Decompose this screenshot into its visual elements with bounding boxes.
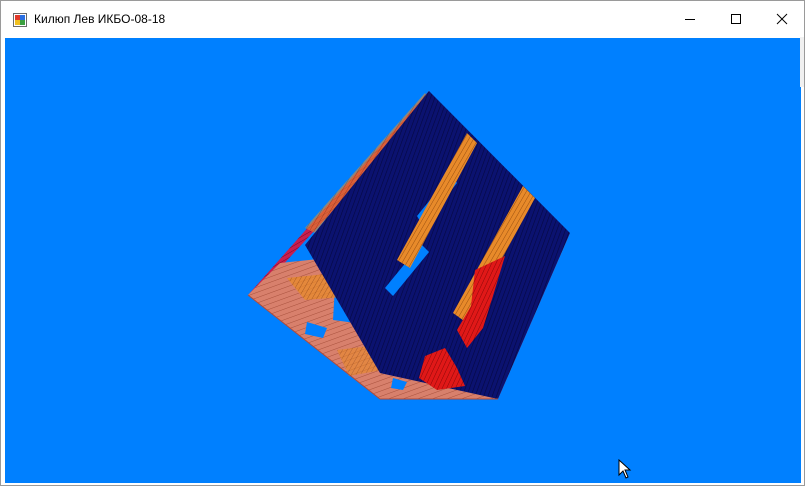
title-bar[interactable]: Килюп Лев ИКБО-08-18 [1, 1, 804, 37]
opengl-viewport[interactable] [5, 38, 801, 483]
app-window-icon [13, 13, 27, 27]
maximize-button[interactable] [713, 1, 759, 37]
window-title: Килюп Лев ИКБО-08-18 [34, 12, 166, 26]
cube-scene [5, 38, 801, 483]
minimize-button[interactable] [667, 1, 713, 37]
app-window: Килюп Лев ИКБО-08-18 [0, 0, 805, 486]
maximize-icon [731, 14, 741, 24]
minimize-icon [685, 19, 695, 20]
scrollbar[interactable] [800, 37, 804, 87]
close-icon [776, 13, 788, 25]
close-button[interactable] [759, 1, 805, 37]
mouse-pointer-icon [618, 459, 632, 479]
